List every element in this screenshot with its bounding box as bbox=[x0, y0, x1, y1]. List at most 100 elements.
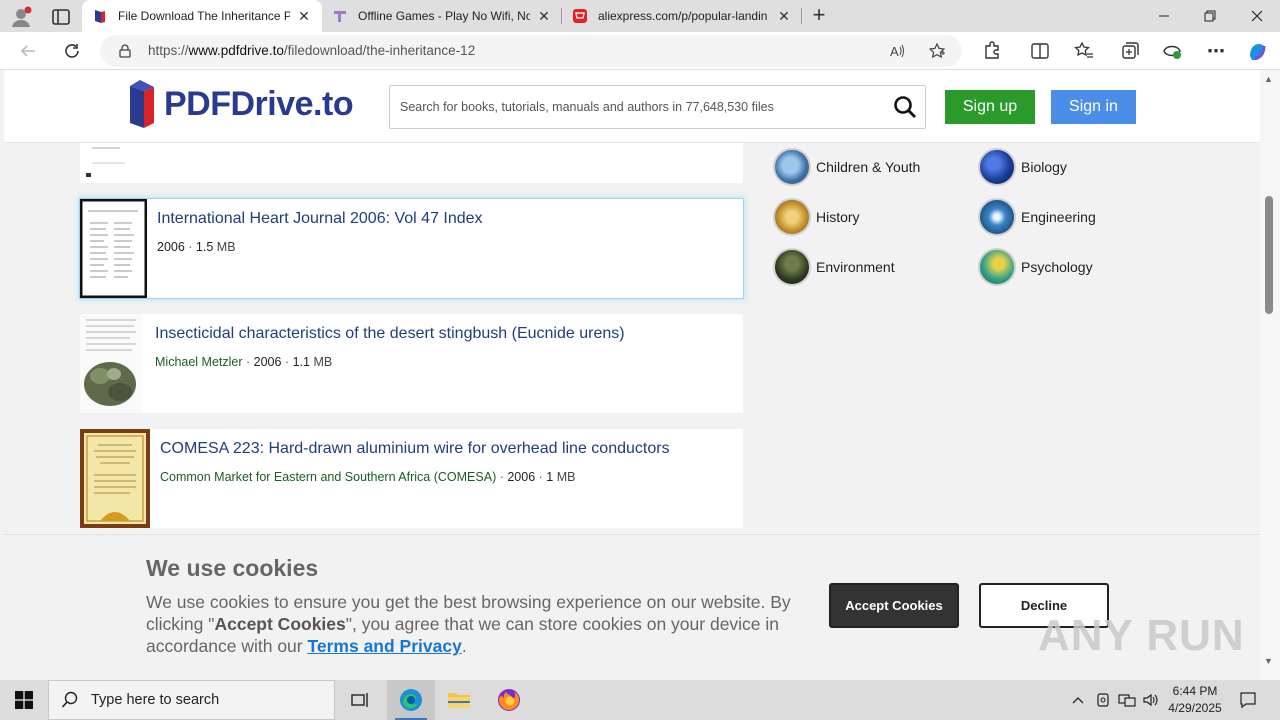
search-box bbox=[389, 85, 926, 129]
tab-title: aliexpress.com/p/popular-landin bbox=[598, 9, 768, 23]
taskbar-search[interactable]: Type here to search bbox=[48, 680, 335, 720]
tray-meet-now[interactable] bbox=[1093, 680, 1113, 720]
url-text[interactable]: https://www.pdfdrive.to/filedownload/the… bbox=[148, 43, 475, 58]
favorite-star-icon[interactable] bbox=[928, 42, 946, 60]
cookie-text: . bbox=[461, 636, 467, 656]
book-cover-thumbnail[interactable] bbox=[80, 199, 147, 298]
svg-text:A: A bbox=[890, 44, 899, 59]
category-label: Environment bbox=[816, 259, 895, 275]
category-environment[interactable]: Environment bbox=[773, 248, 895, 286]
result-year: 2006 bbox=[253, 355, 282, 369]
scroll-up-icon[interactable]: ▲ bbox=[1264, 74, 1273, 84]
pdfdrive-favicon-icon bbox=[95, 10, 105, 23]
result-card[interactable]: International Heart Journal 2006: Vol 47… bbox=[80, 199, 743, 298]
result-year: 2006 bbox=[507, 470, 536, 484]
sign-in-button[interactable]: Sign in bbox=[1051, 90, 1136, 124]
tray-overflow-button[interactable] bbox=[1068, 680, 1088, 720]
refresh-button[interactable] bbox=[60, 40, 84, 62]
start-button[interactable] bbox=[0, 680, 48, 720]
new-tab-button[interactable]: + bbox=[808, 4, 830, 27]
result-size-number: 1.5 bbox=[195, 240, 214, 254]
terms-privacy-link[interactable]: Terms and Privacy bbox=[307, 636, 461, 656]
category-label: Psychology bbox=[1021, 259, 1093, 275]
result-card[interactable]: Insecticidal characteristics of the dese… bbox=[80, 314, 743, 413]
address-bar[interactable]: https://www.pdfdrive.to/filedownload/the… bbox=[100, 35, 962, 67]
close-tab-icon[interactable]: ✕ bbox=[776, 8, 792, 24]
result-author[interactable]: Michael Metzler bbox=[155, 355, 243, 369]
collections-icon[interactable] bbox=[1117, 40, 1141, 62]
clock-time: 6:44 PM bbox=[1172, 684, 1218, 698]
scrollbar-thumb[interactable] bbox=[1265, 196, 1273, 314]
volume-icon bbox=[1143, 693, 1158, 707]
lock-icon[interactable] bbox=[118, 44, 132, 58]
url-prefix: https:// bbox=[148, 43, 189, 58]
settings-more-button[interactable]: ⋯ bbox=[1204, 40, 1228, 62]
minimize-button[interactable] bbox=[1141, 0, 1187, 32]
restore-icon bbox=[1204, 10, 1216, 22]
back-button[interactable] bbox=[16, 40, 40, 62]
category-history[interactable]: History bbox=[773, 198, 860, 236]
tab-actions-icon[interactable] bbox=[50, 6, 72, 28]
taskbar-firefox[interactable] bbox=[485, 680, 533, 720]
taskbar-edge[interactable] bbox=[387, 680, 435, 720]
close-tab-icon[interactable]: ✕ bbox=[296, 8, 312, 24]
pdfdrive-logo-icon bbox=[130, 80, 154, 128]
browser-tab-strip: File Download The Inheritance PD ✕ Offli… bbox=[0, 0, 1280, 32]
sign-up-button[interactable]: Sign up bbox=[945, 90, 1035, 124]
tray-network[interactable] bbox=[1116, 680, 1138, 720]
refresh-icon bbox=[65, 44, 79, 58]
category-biology[interactable]: Biology bbox=[978, 148, 1067, 186]
tab-aliexpress[interactable]: aliexpress.com/p/popular-landin ✕ bbox=[562, 0, 802, 32]
url-host: www.pdfdrive.to bbox=[188, 43, 284, 58]
taskbar-search-placeholder: Type here to search bbox=[91, 692, 220, 708]
result-card[interactable]: COMESA 223: Hard-drawn aluminium wire fo… bbox=[80, 429, 743, 528]
edge-icon bbox=[400, 689, 422, 711]
result-card-partial[interactable] bbox=[80, 143, 743, 183]
category-psychology[interactable]: Psychology bbox=[978, 248, 1093, 286]
category-label: History bbox=[816, 209, 860, 225]
split-screen-icon[interactable] bbox=[1028, 40, 1052, 62]
copilot-icon[interactable] bbox=[1245, 40, 1269, 62]
search-input[interactable] bbox=[390, 86, 880, 128]
task-view-button[interactable] bbox=[336, 680, 384, 720]
book-cover-thumbnail[interactable] bbox=[80, 429, 150, 528]
category-image bbox=[773, 198, 811, 236]
read-aloud-icon[interactable]: A bbox=[888, 42, 906, 60]
tray-volume[interactable] bbox=[1140, 680, 1162, 720]
cookie-banner: We use cookies We use cookies to ensure … bbox=[4, 534, 1260, 680]
profile-icon[interactable] bbox=[10, 6, 32, 28]
result-meta: Common Market for Eastern and Southern A… bbox=[160, 470, 576, 484]
accept-cookies-button[interactable]: Accept Cookies bbox=[829, 583, 959, 628]
url-path: /filedownload/the-inheritance-12 bbox=[283, 43, 476, 58]
restore-button[interactable] bbox=[1187, 0, 1233, 32]
search-icon[interactable] bbox=[893, 95, 917, 119]
result-size-unit: MB bbox=[556, 470, 576, 484]
notifications-button[interactable] bbox=[1234, 680, 1262, 720]
result-author[interactable]: Common Market for Eastern and Southern A… bbox=[160, 470, 496, 484]
tab-offline-games[interactable]: Offline Games - Play No Wifi, No ✕ bbox=[322, 0, 562, 32]
tab-title: Offline Games - Play No Wifi, No bbox=[358, 9, 530, 23]
extensions-icon[interactable] bbox=[980, 40, 1004, 62]
taskbar-file-explorer[interactable] bbox=[435, 680, 483, 720]
page-scrollbar[interactable]: ▲ ▼ bbox=[1260, 70, 1280, 680]
result-title[interactable]: Insecticidal characteristics of the dese… bbox=[155, 325, 625, 343]
favorites-icon[interactable] bbox=[1072, 40, 1096, 62]
taskbar-clock[interactable]: 6:44 PM 4/29/2025 bbox=[1163, 683, 1227, 717]
firefox-icon bbox=[498, 689, 520, 711]
task-view-icon bbox=[351, 693, 368, 707]
browser-essentials-icon[interactable] bbox=[1160, 40, 1184, 62]
result-title[interactable]: COMESA 223: Hard-drawn aluminium wire fo… bbox=[160, 440, 670, 458]
web-page: International Heart Journal 2006: Vol 47… bbox=[4, 70, 1260, 680]
scroll-down-icon[interactable]: ▼ bbox=[1264, 656, 1273, 666]
site-logo[interactable]: PDFDrive.to bbox=[128, 78, 354, 130]
site-header: PDFDrive.to Sign up Sign in bbox=[4, 70, 1260, 143]
book-cover-thumbnail[interactable] bbox=[80, 314, 142, 413]
tab-pdfdrive[interactable]: File Download The Inheritance PD ✕ bbox=[82, 0, 322, 32]
close-window-button[interactable] bbox=[1234, 0, 1280, 32]
result-title[interactable]: International Heart Journal 2006: Vol 47… bbox=[157, 210, 483, 228]
category-children-youth[interactable]: Children & Youth bbox=[773, 148, 920, 186]
close-tab-icon[interactable]: ✕ bbox=[536, 8, 552, 24]
result-size-unit: MB bbox=[216, 240, 236, 254]
category-engineering[interactable]: Engineering bbox=[978, 198, 1096, 236]
result-meta: 2006 · 1.5 MB bbox=[157, 240, 236, 254]
